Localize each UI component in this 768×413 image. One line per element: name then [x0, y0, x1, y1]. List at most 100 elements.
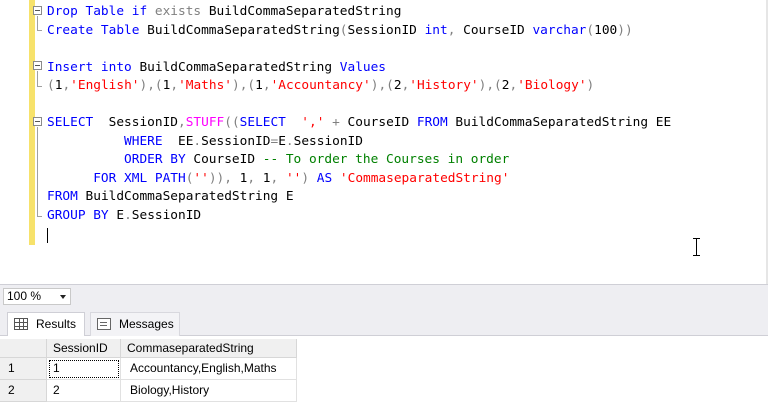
code-line[interactable]: WHERE EE.SessionID=E.SessionID [47, 133, 671, 152]
code-token: , [447, 22, 464, 38]
tab-messages[interactable]: Messages [90, 312, 180, 336]
column-header-sessionid[interactable]: SessionID [47, 339, 121, 358]
fold-line [37, 127, 38, 216]
collapse-toggle-select[interactable] [33, 117, 42, 126]
code-token: ( [339, 22, 348, 38]
messages-icon [97, 318, 111, 330]
code-token: exists [154, 4, 209, 19]
code-token: BuildCommaSeparatedString EE [455, 115, 672, 130]
code-line[interactable]: Create Table BuildCommaSeparatedString(S… [47, 22, 671, 41]
code-line[interactable]: SELECT SessionID,STUFF((SELECT ',' + Cou… [47, 114, 671, 133]
code-token: 'Accountancy' [270, 78, 371, 93]
code-token: ),( [232, 78, 256, 93]
code-token: varchar [532, 22, 587, 38]
table-cell[interactable]: 2 [47, 380, 121, 402]
code-token: . [193, 133, 202, 149]
row-number[interactable]: 1 [0, 358, 47, 380]
code-token: BuildCommaSeparatedString [139, 59, 340, 75]
code-text[interactable]: Drop Table if exists BuildCommaSeparated… [47, 3, 671, 244]
code-line[interactable]: FROM BuildCommaSeparatedString E [47, 188, 671, 207]
collapse-toggle-insert[interactable] [33, 61, 42, 70]
code-token: . [285, 133, 294, 149]
code-line[interactable] [47, 40, 671, 59]
column-header-commaseparatedstring[interactable]: CommaseparatedString [121, 339, 297, 358]
code-token: E [116, 207, 125, 223]
zoom-value: 100 % [7, 289, 42, 303]
zoom-dropdown[interactable]: 100 % [3, 288, 71, 305]
fold-tick [37, 216, 42, 217]
code-line[interactable]: (1,'English'),(1,'Maths'),(1,'Accountanc… [47, 77, 671, 96]
code-line[interactable]: Insert into BuildCommaSeparatedString Va… [47, 59, 671, 78]
code-token: , [177, 115, 186, 130]
code-token: 1 [255, 78, 263, 93]
code-token: SessionID [201, 133, 271, 149]
zoom-bar: 100 % [0, 284, 768, 308]
tab-results-label: Results [36, 317, 77, 331]
sql-editor[interactable]: Drop Table if exists BuildCommaSeparated… [0, 0, 768, 284]
chevron-down-icon [60, 295, 66, 299]
code-token: GROUP BY [47, 207, 117, 223]
fold-tick [37, 30, 42, 31]
code-token: -- To order the Courses in order [262, 152, 510, 167]
code-token: AS [316, 170, 340, 186]
code-token: BuildCommaSeparatedString [208, 4, 402, 19]
code-token: ( [586, 22, 595, 38]
code-line[interactable]: GROUP BY E.SessionID [47, 207, 671, 226]
text-caret [47, 228, 48, 243]
code-token: 'Maths' [178, 78, 232, 93]
code-line[interactable]: Drop Table if exists BuildCommaSeparated… [47, 3, 671, 22]
code-token: 'History' [409, 78, 479, 93]
tab-results[interactable]: Results [7, 312, 85, 336]
code-token: CourseID [347, 115, 417, 130]
result-tabs: Results Messages [0, 308, 768, 336]
code-line[interactable]: ORDER BY CourseID -- To order the Course… [47, 151, 671, 170]
collapse-toggle-drop[interactable] [33, 6, 42, 15]
code-token: )) [617, 22, 633, 38]
code-token: WHERE [47, 133, 178, 149]
code-token: E [278, 133, 286, 149]
code-token: ),( [478, 78, 502, 93]
code-token: 100 [594, 22, 618, 38]
table-cell[interactable]: 1 [47, 358, 121, 380]
code-token: FROM [416, 115, 456, 130]
code-token: 'Biology' [517, 78, 587, 93]
table-cell[interactable]: Biology,History [121, 380, 297, 402]
code-token: Drop Table if [47, 4, 155, 19]
code-token: ) [301, 170, 317, 186]
code-line[interactable]: FOR XML PATH('')), 1, 1, '') AS 'Commase… [47, 170, 671, 189]
code-token: SessionID [108, 115, 178, 130]
code-token: ),( [139, 78, 163, 93]
code-token: + [324, 115, 348, 130]
code-token: 1 [262, 170, 271, 186]
row-number[interactable]: 2 [0, 380, 47, 402]
code-token: SessionID [347, 22, 425, 38]
row-header-corner[interactable] [0, 339, 47, 358]
code-token: Insert into [47, 59, 140, 75]
code-token: )), [208, 170, 240, 186]
ibeam-cursor-icon [692, 238, 701, 256]
code-token: int [424, 22, 448, 38]
code-token: , [247, 170, 263, 186]
code-token: CourseID [193, 152, 263, 167]
results-grid[interactable]: SessionID CommaseparatedString 1 1 Accou… [0, 336, 768, 413]
code-token: '' [193, 170, 209, 186]
fold-line [37, 16, 38, 30]
code-token: Values [339, 59, 387, 75]
code-token: BuildCommaSeparatedString E [85, 189, 294, 204]
code-token: FOR XML PATH [47, 170, 186, 186]
code-token: Create Table [47, 22, 148, 38]
code-token: SELECT [47, 115, 109, 130]
table-cell[interactable]: Accountancy,English,Maths [121, 358, 297, 380]
code-line[interactable] [47, 96, 671, 115]
code-token: '' [285, 170, 302, 186]
code-token: 'English' [70, 78, 140, 93]
fold-tick [37, 86, 42, 87]
code-line[interactable] [47, 225, 671, 244]
code-token: ( [47, 78, 55, 93]
code-token: ',' [301, 115, 325, 130]
code-token: (( [224, 115, 240, 130]
fold-line [37, 71, 38, 86]
code-token: . [124, 207, 132, 223]
code-token: SELECT [239, 115, 302, 130]
code-token: 'CommaseparatedString' [339, 170, 510, 186]
